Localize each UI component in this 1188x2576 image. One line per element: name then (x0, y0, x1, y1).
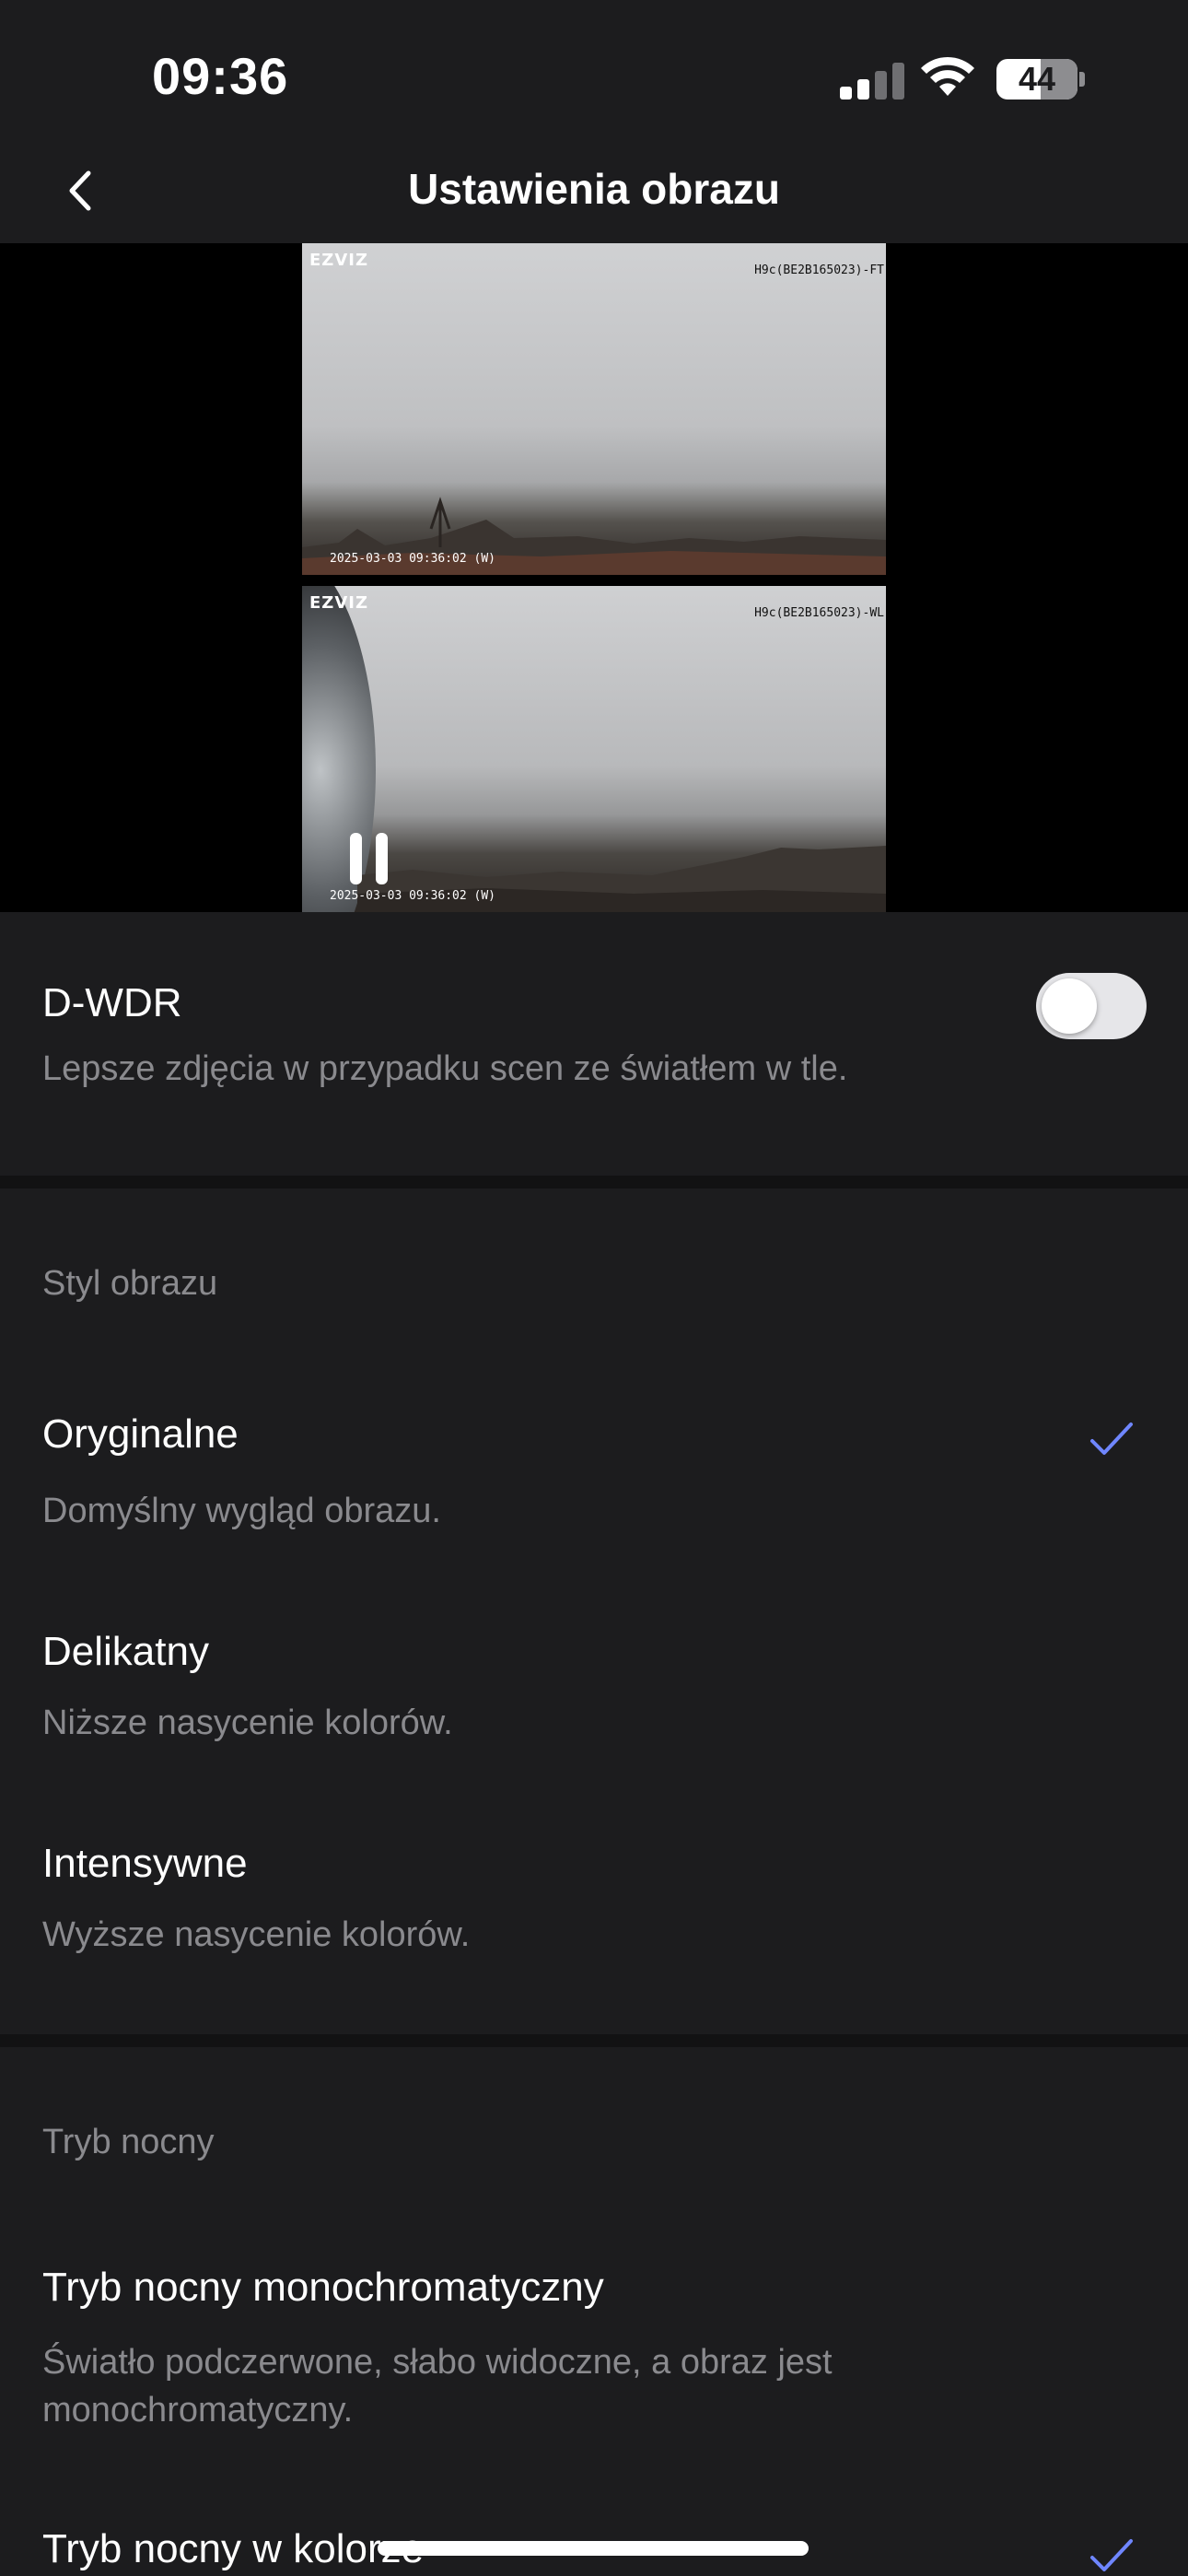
page-title: Ustawienia obrazu (408, 165, 780, 213)
option-description: Światło podczerwone, słabo widoczne, a o… (42, 2343, 833, 2430)
style-option-intense[interactable]: Intensywne Wyższe nasycenie kolorów. (0, 1806, 1188, 2018)
dwdr-description: Lepsze zdjęcia w przypadku scen ze świat… (42, 1049, 848, 1088)
cellular-signal-icon (840, 61, 904, 100)
option-description: Niższe nasycenie kolorów. (42, 1704, 453, 1742)
checkmark-icon (1090, 2539, 1133, 2571)
home-indicator[interactable] (378, 2541, 809, 2556)
camera-id: H9c(BE2B165023)-FT (754, 263, 884, 277)
section-divider (0, 2034, 1188, 2047)
navigation-bar: Ustawienia obrazu (0, 138, 1188, 243)
section-header-night-mode: Tryb nocny (42, 2123, 215, 2161)
option-description: Domyślny wygląd obrazu. (42, 1492, 441, 1530)
night-mode-section: Tryb nocny Tryb nocny monochromatyczny Ś… (0, 2047, 1188, 2576)
camera-logo: EZVIZ (309, 251, 369, 270)
pause-icon[interactable] (348, 833, 390, 888)
live-preview[interactable]: EZVIZ H9c(BE2B165023)-FT 2025-03-03 09:3… (0, 243, 1188, 912)
image-style-section: Styl obrazu Oryginalne Domyślny wygląd o… (0, 1188, 1188, 2034)
camera-timestamp: 2025-03-03 09:36:02 (W) (330, 889, 496, 903)
option-title: Tryb nocny monochromatyczny (42, 2265, 604, 2310)
camera-timestamp: 2025-03-03 09:36:02 (W) (330, 552, 496, 566)
status-time: 09:36 (152, 47, 289, 105)
section-divider (0, 1176, 1188, 1188)
option-title: Tryb nocny w kolorze (42, 2526, 425, 2571)
option-title: Intensywne (42, 1841, 248, 1886)
camera-feed-top: EZVIZ H9c(BE2B165023)-FT 2025-03-03 09:3… (302, 243, 886, 575)
status-bar: 09:36 44 (0, 0, 1188, 157)
option-title: Oryginalne (42, 1411, 239, 1457)
dwdr-toggle[interactable] (1036, 973, 1147, 1039)
style-option-original[interactable]: Oryginalne Domyślny wygląd obrazu. (0, 1373, 1188, 1575)
dwdr-label: D-WDR (42, 980, 182, 1025)
night-option-color[interactable]: Tryb nocny w kolorze (0, 2489, 1188, 2576)
wifi-icon (921, 56, 974, 96)
checkmark-icon (1090, 1423, 1133, 1455)
battery-level: 44 (1018, 60, 1056, 98)
toggle-knob (1042, 978, 1097, 1034)
option-description: Wyższe nasycenie kolorów. (42, 1915, 471, 1954)
option-title: Delikatny (42, 1629, 209, 1674)
section-header-image-style: Styl obrazu (42, 1264, 218, 1303)
battery-tip (1079, 72, 1085, 87)
style-option-soft[interactable]: Delikatny Niższe nasycenie kolorów. (0, 1594, 1188, 1797)
battery-icon: 44 (996, 59, 1077, 100)
camera-logo: EZVIZ (309, 593, 369, 613)
camera-id: H9c(BE2B165023)-WL (754, 606, 884, 620)
night-option-monochrome[interactable]: Tryb nocny monochromatyczny Światło podc… (0, 2231, 1188, 2480)
dwdr-section: D-WDR Lepsze zdjęcia w przypadku scen ze… (0, 912, 1188, 1176)
